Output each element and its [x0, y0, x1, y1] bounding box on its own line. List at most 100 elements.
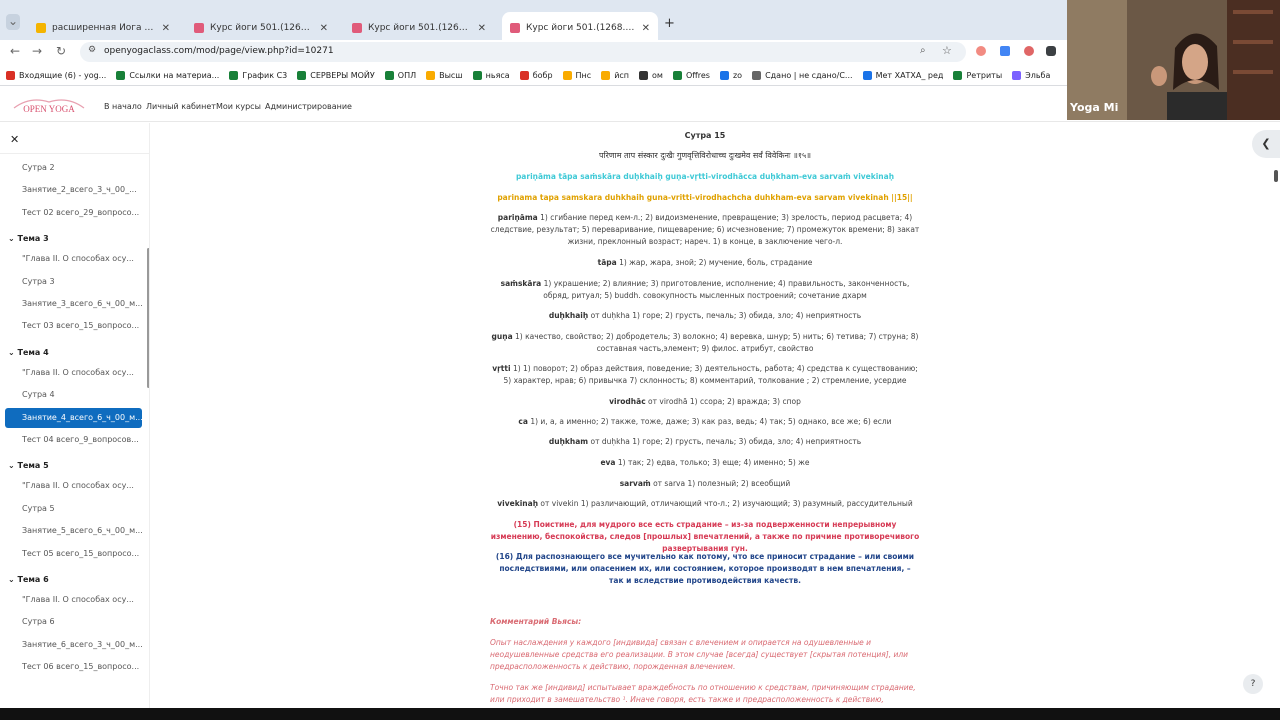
chevron-down-icon[interactable]: ⌄	[8, 461, 18, 470]
chevron-down-icon[interactable]: ⌄	[8, 348, 18, 357]
close-icon[interactable]: ✕	[642, 23, 650, 34]
extensions-puzzle-icon[interactable]	[1046, 46, 1056, 56]
bookmark-item[interactable]: Высш	[426, 71, 463, 80]
bookmark-item[interactable]: zo	[719, 71, 743, 80]
sidebar-item[interactable]: Занятие_6_всего_3_ч_00_м...	[22, 640, 143, 649]
glossary-definition: 1) украшение; 2) влияние; 3) приготовлен…	[543, 279, 910, 300]
bookmark-favicon-icon	[116, 71, 126, 80]
bookmark-item[interactable]: бобр	[519, 71, 553, 80]
comment-paragraph: Точно так же [индивид] испытывает вражде…	[490, 683, 916, 704]
sidebar-item[interactable]: Сутра 4	[22, 390, 55, 399]
glossary-entry: duḥkham от duḥkha 1) горе; 2) грусть, пе…	[490, 436, 920, 448]
bookmark-label: СЕРВЕРЫ МОЙУ	[310, 71, 375, 80]
bookmark-item[interactable]: ньяса	[472, 71, 510, 80]
back-icon[interactable]: ←	[8, 44, 22, 58]
nav-dashboard[interactable]: Личный кабинет	[146, 102, 216, 111]
bookmark-item[interactable]: йсп	[601, 71, 629, 80]
close-icon[interactable]: ✕	[162, 23, 170, 34]
sidebar-item[interactable]: Сутра 6	[22, 617, 55, 626]
extension-icon[interactable]	[1024, 46, 1034, 56]
sidebar-item[interactable]: Сутра 3	[22, 277, 55, 286]
bookmark-label: Сдано | не сдано/С...	[765, 71, 853, 80]
bookmark-item[interactable]: Эльба	[1012, 71, 1050, 80]
extension-icon[interactable]	[976, 46, 986, 56]
glossary-entry: pariṇāma 1) сгибание перед кем-л.; 2) ви…	[490, 212, 920, 248]
url-field[interactable]: ⚙ openyogaclass.com/mod/page/view.php?id…	[80, 42, 966, 62]
bookmark-label: ом	[652, 71, 663, 80]
glossary-entry: vivekinaḥ от vivekin 1) различающий, отл…	[490, 498, 920, 510]
sidebar-item[interactable]: Тест 06 всего_15_вопросо...	[22, 662, 139, 671]
tab-search-icon[interactable]: ⌄	[6, 14, 20, 30]
bookmark-item[interactable]: Входящие (6) - yog...	[6, 71, 106, 80]
site-info-icon[interactable]: ⚙	[88, 45, 96, 55]
bookmark-item[interactable]: Ссылки на материа...	[116, 71, 219, 80]
glossary-term: duḥkham	[548, 437, 589, 446]
course-index-drawer: ✕ Сутра 2 Занятие_2_всего_3_ч_00_... Тест …	[0, 123, 150, 720]
sidebar-item[interactable]: Тест 03 всего_15_вопросо...	[22, 321, 139, 330]
sidebar-item[interactable]: "Глава II. О способах осу...	[22, 368, 134, 377]
bookmark-item[interactable]: ом	[639, 71, 663, 80]
sidebar-item[interactable]: "Глава II. О способах осу...	[22, 481, 134, 490]
bookmark-label: ньяса	[485, 71, 510, 80]
tab-favicon	[510, 23, 520, 33]
bookmark-label: бобр	[532, 71, 553, 80]
bookmark-label: Ретриты	[966, 71, 1003, 80]
bookmark-item[interactable]: Сдано | не сдано/С...	[752, 71, 853, 80]
bookmark-star-icon[interactable]: ☆	[942, 44, 952, 57]
tab-favicon	[194, 23, 204, 33]
bookmark-item[interactable]: СЕРВЕРЫ МОЙУ	[297, 71, 375, 80]
glossary-entry: duḥkhaiḥ от duḥkha 1) горе; 2) грусть, п…	[490, 310, 920, 322]
sidebar-topic-label: Тема 3	[17, 234, 49, 244]
close-icon[interactable]: ✕	[478, 23, 486, 34]
chevron-left-icon[interactable]: ❮	[1252, 130, 1280, 158]
tab-title: расширенная Йога Сутры Па...	[52, 23, 156, 33]
sidebar-topic[interactable]: ⌄ Тема 5	[8, 461, 49, 470]
sidebar-item[interactable]: Сутра 5	[22, 504, 55, 513]
nav-home[interactable]: В начало	[104, 102, 142, 111]
nav-my-courses[interactable]: Мои курсы	[216, 102, 261, 111]
sidebar-item[interactable]: Занятие_4_всего_6_ч_00_м...	[22, 413, 143, 422]
sidebar-item[interactable]: Занятие_5_всего_6_ч_00_м...	[22, 526, 143, 535]
new-tab-button[interactable]: +	[664, 16, 675, 31]
bookmark-label: zo	[732, 71, 743, 80]
glossary-definition: 1) 1) поворот; 2) образ действия, поведе…	[503, 364, 918, 385]
close-icon[interactable]: ✕	[10, 133, 19, 146]
close-icon[interactable]: ✕	[320, 23, 328, 34]
extension-icon[interactable]	[1000, 46, 1010, 56]
sidebar-topic[interactable]: ⌄ Тема 4	[8, 348, 49, 357]
bookmark-favicon-icon	[862, 71, 872, 80]
sidebar-topic[interactable]: ⌄ Тема 3	[8, 234, 49, 243]
glossary-definition: от sarva 1) полезный; 2) всеобщий	[653, 479, 791, 488]
bookmark-item[interactable]: Ретриты	[953, 71, 1002, 80]
bookmark-item[interactable]: Мет ХАТХА_ ред	[862, 71, 943, 80]
bookmark-item[interactable]: ОПЛ	[384, 71, 417, 80]
sidebar-item[interactable]: Занятие_2_всего_3_ч_00_...	[22, 185, 137, 194]
reload-icon[interactable]: ↻	[54, 44, 68, 58]
bookmark-label: ОПЛ	[397, 71, 417, 80]
chevron-down-icon[interactable]: ⌄	[8, 575, 18, 584]
help-button[interactable]: ?	[1243, 674, 1263, 694]
sidebar-scrollbar[interactable]	[147, 248, 149, 388]
open-yoga-logo[interactable]: OPEN YOGA	[10, 94, 88, 116]
sidebar-item[interactable]: Сутра 2	[22, 163, 55, 172]
translation-16: (16) Для распознающего все мучительно ка…	[495, 552, 915, 585]
sidebar-topic[interactable]: ⌄ Тема 6	[8, 575, 49, 584]
chevron-down-icon[interactable]: ⌄	[8, 234, 18, 243]
bookmark-item[interactable]: Offres	[672, 71, 710, 80]
sidebar-item[interactable]: Тест 04 всего_9_вопросов...	[22, 435, 139, 444]
bookmark-item[interactable]: Пнс	[562, 71, 592, 80]
sidebar-item[interactable]: "Глава II. О способах осу...	[22, 595, 134, 604]
sidebar-item[interactable]: Занятие_3_всего_6_ч_00_м...	[22, 299, 143, 308]
zoom-icon[interactable]: ⌕	[920, 45, 926, 56]
nav-administration[interactable]: Администрирование	[265, 102, 352, 111]
glossary-definition: 1) сгибание перед кем-л.; 2) видоизменен…	[490, 213, 920, 246]
page-scrollbar[interactable]	[1274, 170, 1278, 182]
forward-icon[interactable]: →	[30, 44, 44, 58]
sidebar-item[interactable]: Тест 02 всего_29_вопросо...	[22, 208, 139, 217]
bookmark-favicon-icon	[562, 71, 572, 80]
bookmark-label: Пнс	[575, 71, 592, 80]
sidebar-item[interactable]: "Глава II. О способах осу...	[22, 254, 134, 263]
sidebar-item[interactable]: Тест 05 всего_15_вопросо...	[22, 549, 139, 558]
glossary-entry: vṛtti 1) 1) поворот; 2) образ действия, …	[490, 363, 920, 387]
bookmark-item[interactable]: График С3	[229, 71, 287, 80]
